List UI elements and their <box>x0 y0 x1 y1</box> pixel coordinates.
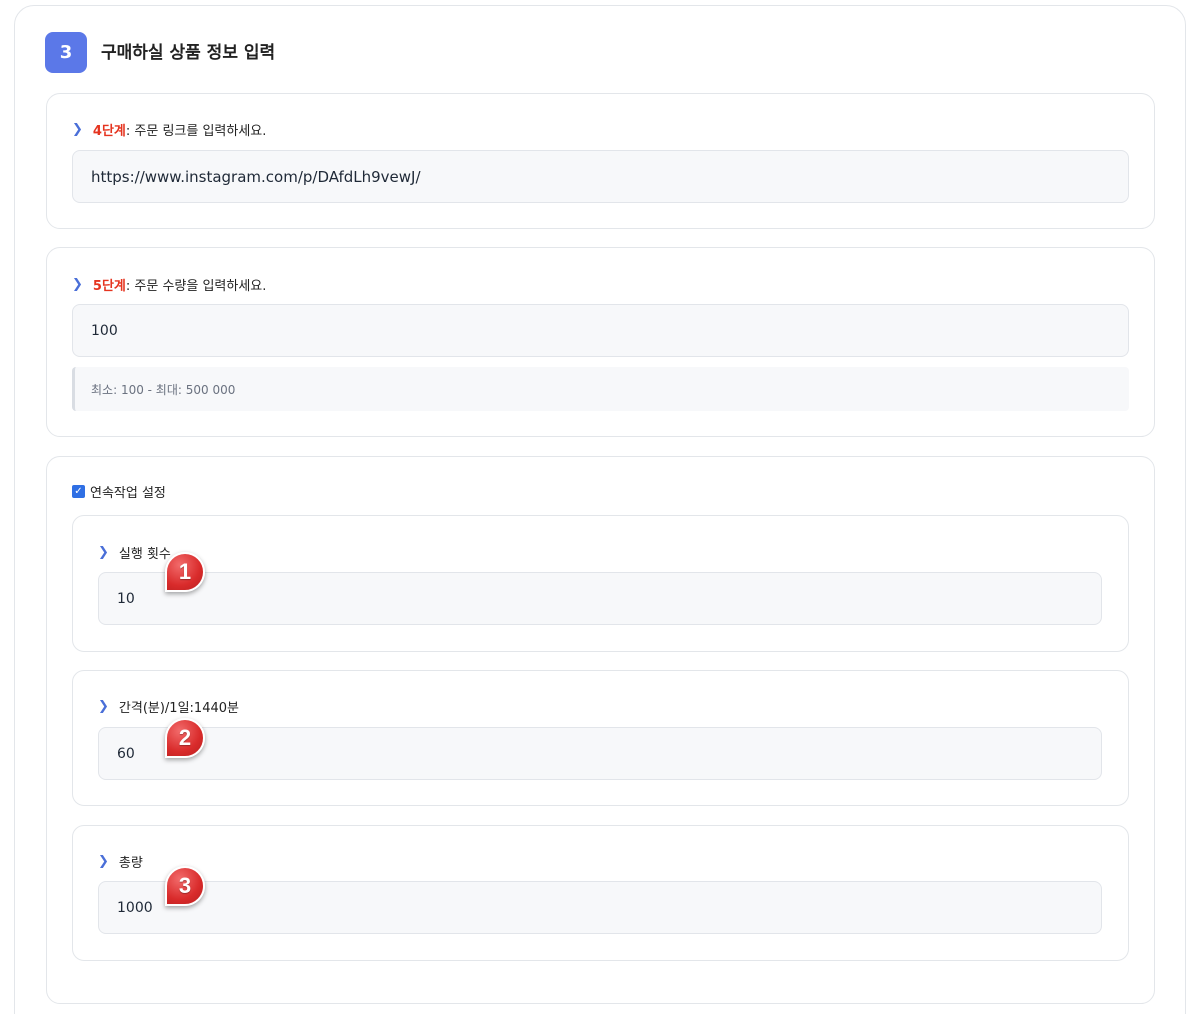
section-title: 구매하실 상품 정보 입력 <box>101 43 276 63</box>
runs-input[interactable] <box>98 572 1102 625</box>
link-label-row: ❯ 4단계 : 주문 링크를 입력하세요. <box>72 120 266 139</box>
interval-input[interactable] <box>98 727 1102 780</box>
marker-number: 1 <box>178 559 192 584</box>
link-label: : 주문 링크를 입력하세요. <box>125 124 267 139</box>
link-step-number: 4단계 <box>92 124 126 139</box>
marker-3: 3 <box>165 866 205 906</box>
repeat-checkbox-label: 연속작업 설정 <box>90 486 166 501</box>
repeat-checkbox[interactable]: ✓ <box>72 485 85 498</box>
order-link-input[interactable] <box>72 150 1129 203</box>
total-input[interactable] <box>98 881 1102 934</box>
total-label-row: ❯ 총량 <box>98 852 143 871</box>
check-icon: ✓ <box>74 485 83 497</box>
quantity-step-number: 5단계 <box>92 279 126 294</box>
step-badge: 3 <box>45 32 87 73</box>
repeat-checkbox-row[interactable]: ✓ 연속작업 설정 <box>72 482 166 501</box>
runs-label: 실행 횟수 <box>118 547 171 562</box>
chevron-right-icon: ❯ <box>72 277 83 292</box>
quantity-label: : 주문 수량을 입력하세요. <box>125 279 267 294</box>
marker-number: 3 <box>178 873 192 898</box>
chevron-right-icon: ❯ <box>98 854 109 869</box>
chevron-right-icon: ❯ <box>98 699 109 714</box>
interval-label: 간격(분)/1일:1440분 <box>118 701 239 716</box>
chevron-right-icon: ❯ <box>98 545 109 560</box>
quantity-input[interactable] <box>72 304 1129 357</box>
marker-number: 2 <box>178 725 192 750</box>
total-label: 총량 <box>118 856 143 871</box>
marker-2: 2 <box>165 718 205 758</box>
quantity-range-hint: 최소: 100 - 최대: 500 000 <box>72 367 1129 411</box>
marker-1: 1 <box>165 552 205 592</box>
chevron-right-icon: ❯ <box>72 122 83 137</box>
quantity-label-row: ❯ 5단계 : 주문 수량을 입력하세요. <box>72 275 266 294</box>
runs-label-row: ❯ 실행 횟수 <box>98 543 171 562</box>
interval-label-row: ❯ 간격(분)/1일:1440분 <box>98 697 239 716</box>
